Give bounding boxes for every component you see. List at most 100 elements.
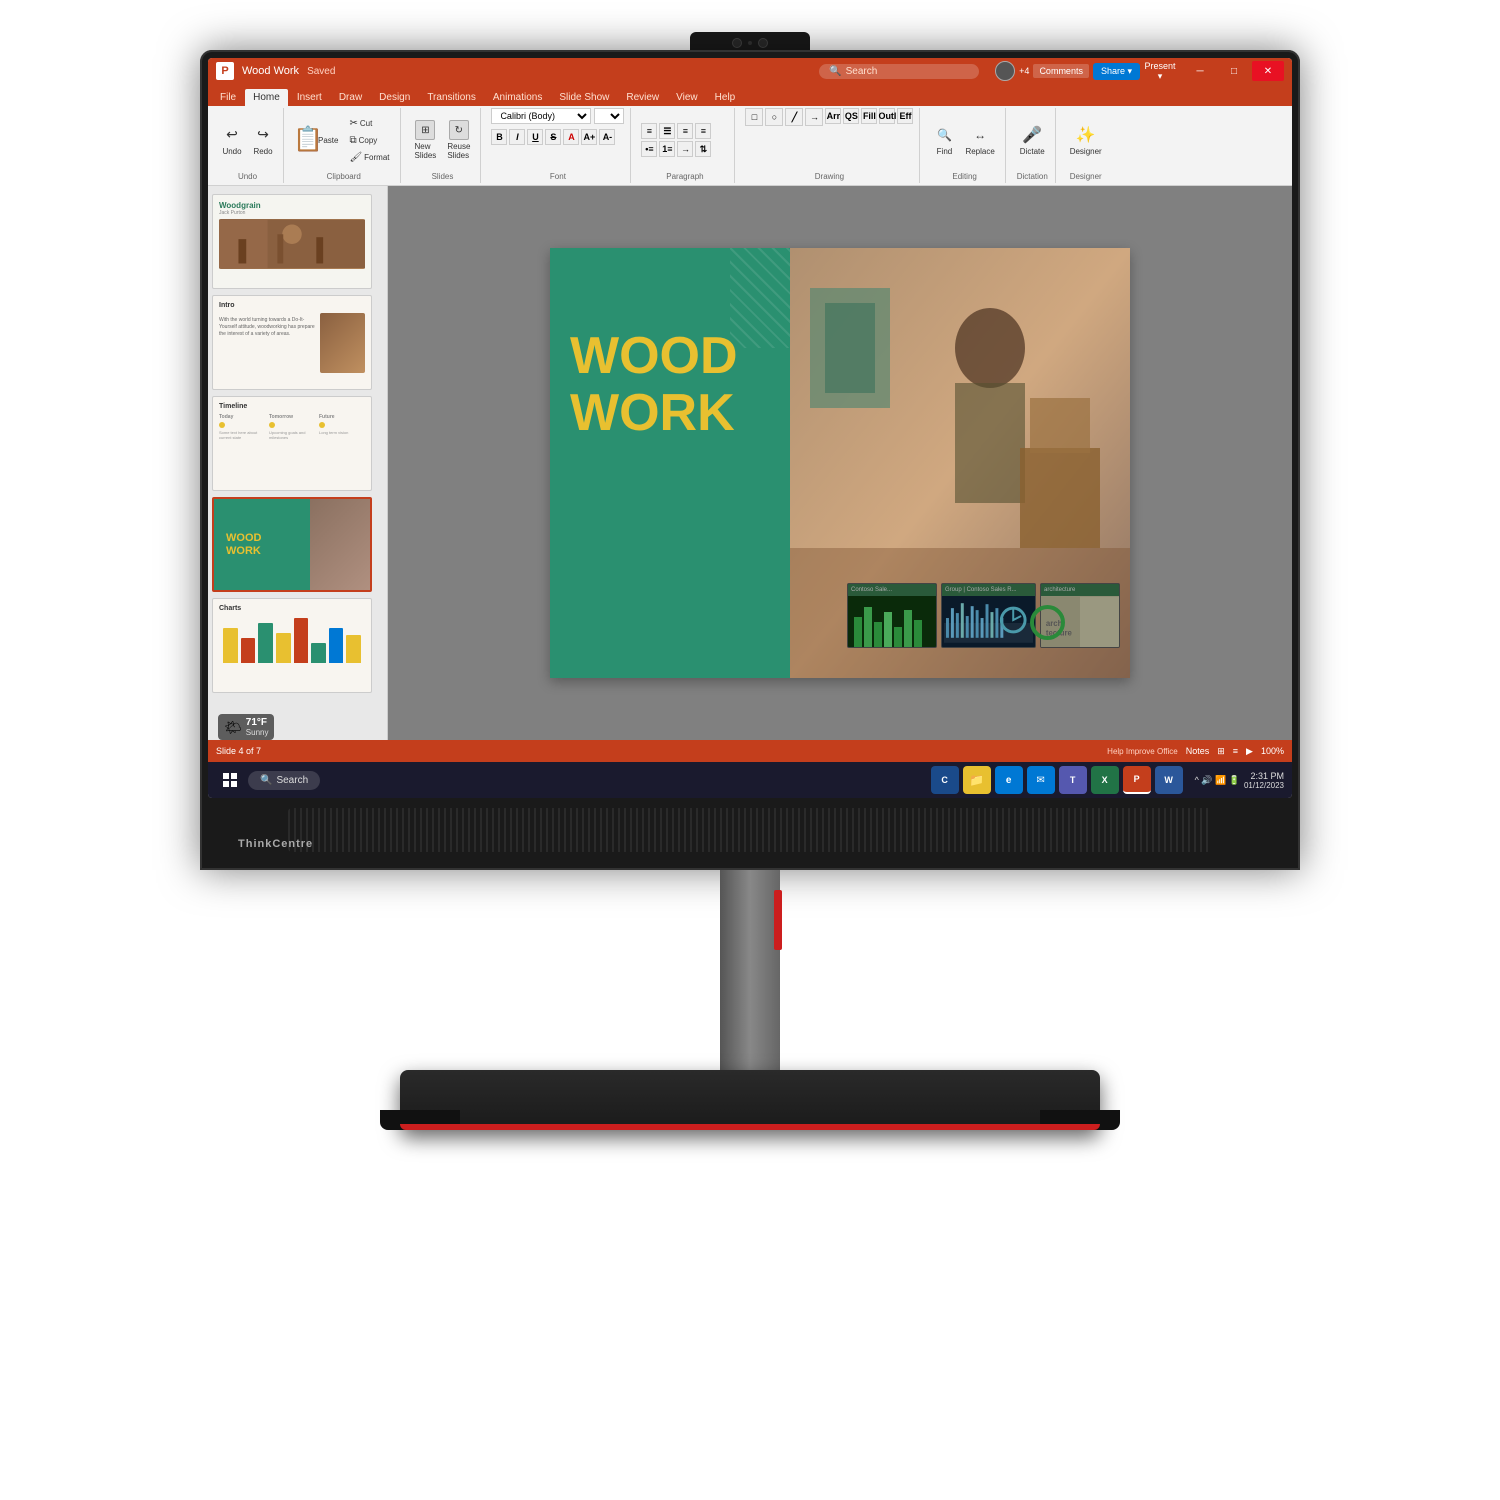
designer-button[interactable]: ✨ Designer: [1066, 123, 1106, 158]
slide-3-col-future: Future Long term vision: [319, 414, 365, 440]
slide-3-col-today: Today Some text here about current state: [219, 414, 265, 440]
tab-draw[interactable]: Draw: [331, 89, 370, 106]
taskbar-search[interactable]: 🔍 Search: [248, 771, 320, 790]
tab-animations[interactable]: Animations: [485, 89, 550, 106]
align-right-button[interactable]: ≡: [677, 123, 693, 139]
redo-button[interactable]: ↪ Redo: [249, 123, 277, 158]
mini-window-2-bar: Group | Contoso Sales R...: [942, 584, 1035, 596]
font-size-increase-button[interactable]: A+: [581, 129, 597, 145]
slide-thumb-3[interactable]: Timeline Today Some text here about curr…: [212, 396, 372, 491]
tab-file[interactable]: File: [212, 89, 244, 106]
tab-home[interactable]: Home: [245, 89, 288, 106]
tab-insert[interactable]: Insert: [289, 89, 330, 106]
base-accent-red: [400, 1124, 1100, 1130]
search-bar[interactable]: 🔍 Search: [819, 64, 979, 79]
arrange-button[interactable]: Arr: [825, 108, 841, 124]
slide-content-area: WOOD WORK: [388, 186, 1292, 740]
taskbar-search-icon: 🔍: [260, 775, 272, 786]
line-shape-button[interactable]: ╱: [785, 108, 803, 126]
oval-shape-button[interactable]: ○: [765, 108, 783, 126]
slide-panel[interactable]: 1 Woodgrain Jack Purton: [208, 186, 388, 740]
tab-transitions[interactable]: Transitions: [419, 89, 484, 106]
italic-button[interactable]: I: [509, 129, 525, 145]
tab-view[interactable]: View: [668, 89, 706, 106]
main-slide[interactable]: WOOD WORK: [550, 248, 1130, 678]
justify-button[interactable]: ≡: [695, 123, 711, 139]
paragraph-group-label: Paragraph: [641, 172, 728, 183]
close-button[interactable]: ✕: [1252, 61, 1284, 81]
minimize-button[interactable]: ─: [1184, 61, 1216, 81]
slide-info: Slide 4 of 7: [216, 746, 261, 756]
slide-thumb-2[interactable]: Intro With the world turning towards a D…: [212, 295, 372, 390]
taskbar-app-edge[interactable]: e: [995, 766, 1023, 794]
align-left-button[interactable]: ≡: [641, 123, 657, 139]
paste-button[interactable]: 📋 Paste: [294, 127, 342, 153]
taskbar-app-excel[interactable]: X: [1091, 766, 1119, 794]
font-color-button[interactable]: A: [563, 129, 579, 145]
find-button[interactable]: 🔍 Find: [930, 123, 958, 158]
replace-button[interactable]: ↔ Replace: [961, 123, 998, 158]
weather-widget: 🌤 71°F Sunny: [218, 714, 274, 740]
indent-button[interactable]: →: [677, 141, 693, 157]
format-painter-button[interactable]: 🖌Format: [345, 150, 393, 165]
font-group-label: Font: [491, 172, 624, 183]
undo-button[interactable]: ↩ Undo: [218, 123, 246, 158]
rectangle-shape-button[interactable]: □: [745, 108, 763, 126]
numbered-list-button[interactable]: 1≡: [659, 141, 675, 157]
view-outline-icon[interactable]: ≡: [1233, 746, 1238, 756]
bold-button[interactable]: B: [491, 129, 507, 145]
shape-outline-button[interactable]: Outl: [879, 108, 895, 124]
slide-thumb-4[interactable]: WOODWORK: [212, 497, 372, 592]
mini-window-2[interactable]: Group | Contoso Sales R...: [941, 583, 1036, 648]
mini-window-1[interactable]: Contoso Sale...: [847, 583, 937, 648]
shape-fill-button[interactable]: Fill: [861, 108, 877, 124]
new-slide-button[interactable]: ⊞ NewSlides: [411, 118, 441, 162]
bullet-list-button[interactable]: •≡: [641, 141, 657, 157]
copy-button[interactable]: ⧉Copy: [345, 133, 393, 148]
taskbar-app-mail[interactable]: ✉: [1027, 766, 1055, 794]
slide-4-container: 4 WOODWORK: [212, 497, 383, 592]
share-button[interactable]: Share ▾: [1093, 63, 1140, 80]
user-area: +4 Comments Share ▾ Present ▾: [995, 61, 1176, 81]
shape-effects-button[interactable]: Eff: [897, 108, 913, 124]
present-button[interactable]: Present ▾: [1144, 61, 1176, 81]
underline-button[interactable]: U: [527, 129, 543, 145]
tab-review[interactable]: Review: [618, 89, 667, 106]
slide-5-chart: [219, 618, 365, 663]
chart-bar-7: [329, 628, 344, 663]
ribbon-group-clipboard: 📋 Paste ✂Cut ⧉Copy: [288, 108, 401, 183]
reuse-slides-button[interactable]: ↻ ReuseSlides: [443, 118, 474, 162]
mini-window-2-title: Group | Contoso Sales R...: [945, 587, 1017, 593]
notes-button[interactable]: Notes: [1186, 746, 1210, 756]
quick-styles-button[interactable]: QS: [843, 108, 859, 124]
taskbar-app-powerpoint[interactable]: P: [1123, 766, 1151, 794]
align-center-button[interactable]: ☰: [659, 123, 675, 139]
slide-thumb-5[interactable]: Charts: [212, 598, 372, 693]
taskbar-app-contoso[interactable]: C: [931, 766, 959, 794]
font-family-selector[interactable]: Calibri (Body): [491, 108, 591, 124]
start-button[interactable]: [216, 766, 244, 794]
view-slideshow-icon[interactable]: ▶: [1246, 746, 1253, 757]
view-normal-icon[interactable]: ⊞: [1217, 746, 1225, 757]
taskbar-app-word[interactable]: W: [1155, 766, 1183, 794]
maximize-button[interactable]: □: [1218, 61, 1250, 81]
comments-button[interactable]: Comments: [1033, 64, 1089, 78]
taskbar-date: 01/12/2023: [1244, 781, 1284, 790]
slide-thumb-1[interactable]: Woodgrain Jack Purton: [212, 194, 372, 289]
font-size-selector[interactable]: 11: [594, 108, 624, 124]
dictate-button[interactable]: 🎤 Dictate: [1016, 123, 1049, 158]
status-bar: Slide 4 of 7 Help Improve Office Notes ⊞…: [208, 740, 1292, 762]
taskbar-app-teams[interactable]: T: [1059, 766, 1087, 794]
chart-bar-2: [241, 638, 256, 663]
taskbar-app-files[interactable]: 📁: [963, 766, 991, 794]
tab-design[interactable]: Design: [371, 89, 418, 106]
text-direction-button[interactable]: ⇅: [695, 141, 711, 157]
strikethrough-button[interactable]: S: [545, 129, 561, 145]
tab-slideshow[interactable]: Slide Show: [551, 89, 617, 106]
slide-5-container: 5 Charts: [212, 598, 383, 693]
ribbon-group-font: Calibri (Body) 11 B I U S: [485, 108, 631, 183]
tab-help[interactable]: Help: [707, 89, 744, 106]
cut-button[interactable]: ✂Cut: [345, 116, 393, 131]
arrow-shape-button[interactable]: →: [805, 108, 823, 126]
font-size-decrease-button[interactable]: A-: [599, 129, 615, 145]
